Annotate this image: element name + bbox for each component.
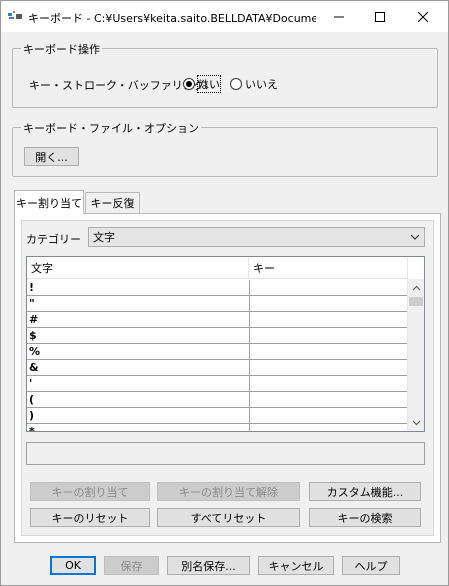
save-as-button[interactable]: 別名保存...: [167, 556, 250, 575]
table-row[interactable]: $: [27, 328, 408, 344]
keyboard-ops-group: キーボード操作 キー・ストローク・バッファリング: はい いいえ: [12, 41, 438, 108]
cell-key: [249, 344, 408, 359]
cell-char: %: [29, 345, 41, 358]
radio-no-dot: [230, 78, 242, 90]
scroll-thumb[interactable]: [409, 297, 423, 306]
column-header-char[interactable]: 文字: [27, 257, 249, 279]
radio-yes[interactable]: はい: [183, 75, 221, 93]
table-row[interactable]: *: [27, 424, 408, 432]
cell-char: *: [29, 425, 35, 432]
table-row[interactable]: ): [27, 408, 408, 424]
tab-panel: カテゴリー 文字 文字 キー ! " # $% & ' () * キーの割り当て …: [14, 213, 441, 543]
minimize-icon: [334, 16, 344, 17]
cell-key: [249, 392, 408, 407]
cell-char: &: [29, 361, 39, 374]
tab-key-assign[interactable]: キー割り当て: [14, 190, 84, 214]
window-title: キーボード - C:¥Users¥keita.saito.BELLDATA¥Do…: [28, 12, 316, 25]
keyboard-app-icon: [8, 11, 22, 19]
cell-char: (: [29, 393, 35, 406]
cell-key: [249, 312, 408, 327]
ok-button[interactable]: OK: [50, 556, 96, 575]
close-icon: [418, 11, 428, 22]
cell-key: [249, 424, 408, 431]
assign-key-button[interactable]: キーの割り当て: [30, 482, 150, 501]
open-button[interactable]: 開く...: [24, 147, 79, 166]
maximize-icon: [375, 11, 385, 22]
reset-key-button[interactable]: キーのリセット: [30, 508, 150, 527]
cell-key: [249, 280, 408, 295]
cell-char: $: [29, 329, 37, 342]
table-row[interactable]: #: [27, 312, 408, 328]
cell-key: [249, 328, 408, 343]
column-header-key[interactable]: キー: [249, 257, 408, 279]
cancel-button[interactable]: キャンセル: [258, 556, 334, 575]
scroll-up-button[interactable]: [408, 279, 424, 296]
key-assign-table[interactable]: 文字 キー ! " # $% & ' () *: [26, 256, 425, 432]
tab-key-repeat[interactable]: キー反復: [85, 192, 140, 213]
file-options-group: キーボード・ファイル・オプション 開く...: [12, 120, 438, 177]
chevron-up-icon: [412, 285, 421, 290]
radio-yes-dot: [183, 78, 195, 90]
minimize-button[interactable]: [322, 1, 356, 32]
cell-key: [249, 408, 408, 423]
cell-char: ": [29, 297, 35, 310]
file-options-legend: キーボード・ファイル・オプション: [21, 120, 201, 136]
cell-char: !: [29, 281, 35, 294]
cell-key: [249, 376, 408, 391]
cell-char: #: [29, 313, 39, 326]
maximize-button[interactable]: [363, 1, 397, 32]
help-button[interactable]: ヘルプ: [342, 556, 400, 575]
custom-function-button[interactable]: カスタム機能...: [309, 482, 421, 501]
category-label: カテゴリー: [26, 233, 81, 246]
cell-key: [249, 360, 408, 375]
category-select[interactable]: 文字: [88, 227, 425, 247]
close-button[interactable]: [406, 1, 440, 32]
search-key-button[interactable]: キーの検索: [309, 508, 421, 527]
scroll-down-button[interactable]: [408, 414, 424, 431]
keyboard-ops-legend: キーボード操作: [21, 41, 102, 57]
table-header: 文字 キー: [27, 257, 408, 279]
unassign-key-button[interactable]: キーの割り当て解除: [157, 482, 300, 501]
table-row[interactable]: (: [27, 392, 408, 408]
radio-yes-label: はい: [197, 75, 221, 93]
reset-all-button[interactable]: すべてリセット: [157, 508, 300, 527]
cell-char: ): [29, 409, 35, 422]
category-value: 文字: [93, 231, 115, 244]
table-row[interactable]: !: [27, 280, 408, 296]
keyboard-dialog: キーボード - C:¥Users¥keita.saito.BELLDATA¥Do…: [0, 0, 449, 586]
chevron-down-icon: [412, 420, 421, 425]
table-row[interactable]: ": [27, 296, 408, 312]
key-assign-panel: カテゴリー 文字 文字 キー ! " # $% & ' () * キーの割り当て …: [21, 220, 434, 536]
cell-char: ': [29, 377, 33, 390]
title-bar: キーボード - C:¥Users¥keita.saito.BELLDATA¥Do…: [1, 1, 448, 32]
save-button[interactable]: 保存: [104, 556, 159, 575]
chevron-down-icon: [410, 234, 420, 240]
radio-no[interactable]: いいえ: [230, 76, 278, 92]
table-row[interactable]: &: [27, 360, 408, 376]
table-scrollbar[interactable]: [407, 279, 424, 431]
table-row[interactable]: %: [27, 344, 408, 360]
status-field: [26, 442, 425, 465]
table-row[interactable]: ': [27, 376, 408, 392]
cell-key: [249, 296, 408, 311]
radio-no-label: いいえ: [245, 78, 278, 91]
buffering-label: キー・ストローク・バッファリング:: [29, 79, 209, 92]
